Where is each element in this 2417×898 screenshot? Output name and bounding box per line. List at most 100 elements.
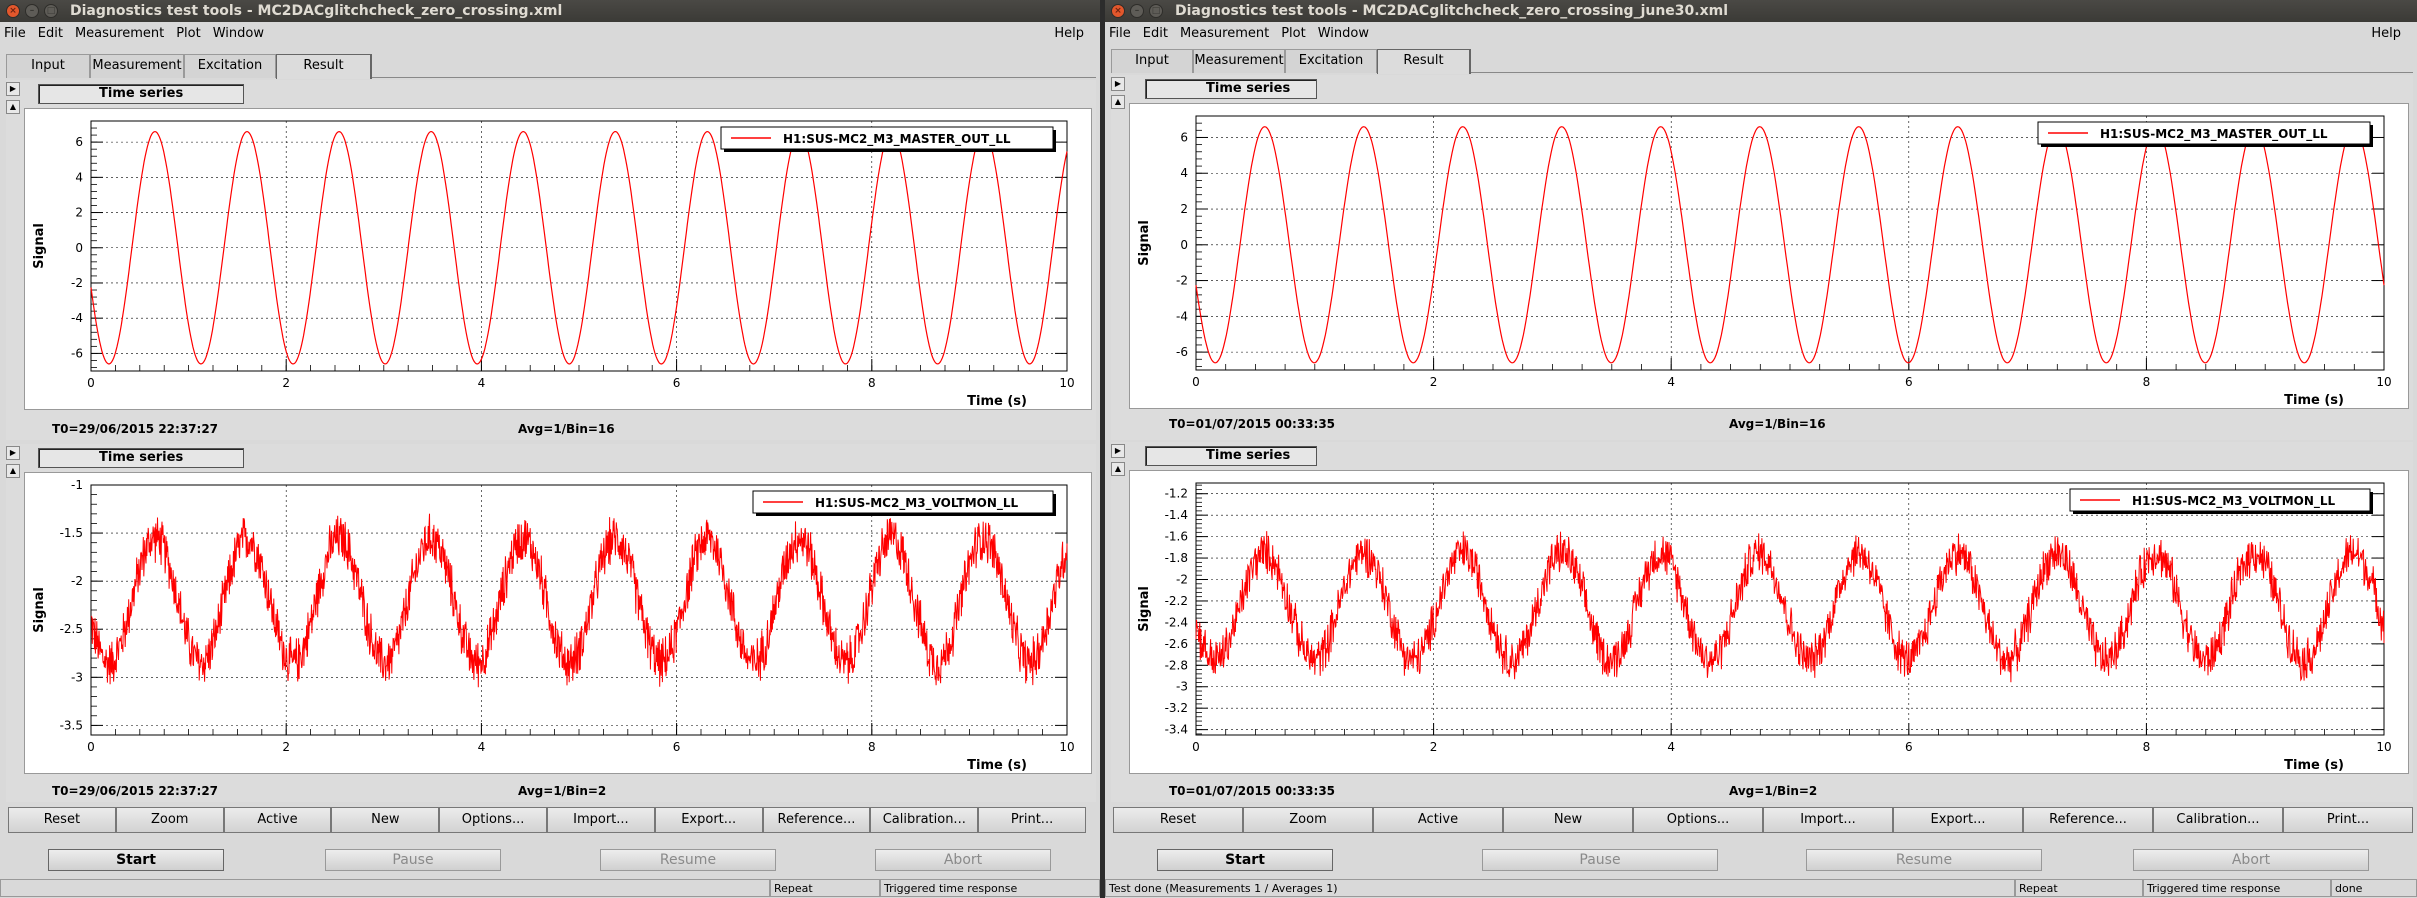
menu-bar: File Edit Measurement Plot Window Help xyxy=(1105,22,2417,44)
import-button[interactable]: Import... xyxy=(546,807,655,833)
abort-button[interactable]: Abort xyxy=(2133,849,2369,871)
menu-edit[interactable]: Edit xyxy=(38,26,63,41)
zoom-button[interactable]: Zoom xyxy=(115,807,224,833)
plot-frame xyxy=(1195,482,2385,736)
export-button[interactable]: Export... xyxy=(1893,807,2023,833)
status-repeat: Repeat xyxy=(2015,879,2143,897)
collapse-up-icon[interactable]: ▲ xyxy=(1111,95,1125,109)
x-tick-label: 8 xyxy=(868,740,876,754)
plot-area[interactable]: -1.2 -1.4 -1.6 -1.8 -2 -2.2 -2.4 -2.6 -2.8 -3 -3.2… xyxy=(1129,470,2409,774)
tab-input[interactable]: Input xyxy=(6,54,90,78)
time-series-label[interactable]: Time series xyxy=(38,84,244,104)
t0-timestamp: T0=01/07/2015 00:33:35 xyxy=(1169,417,1336,431)
menu-edit[interactable]: Edit xyxy=(1143,26,1168,41)
y-tick-label: 2 xyxy=(75,206,83,220)
new-button[interactable]: New xyxy=(1503,807,1633,833)
minimize-icon[interactable]: – xyxy=(1130,4,1144,18)
calibration-button[interactable]: Calibration... xyxy=(2153,807,2283,833)
active-button[interactable]: Active xyxy=(223,807,332,833)
x-tick-label: 4 xyxy=(478,376,486,390)
reset-button[interactable]: Reset xyxy=(8,807,116,833)
y-tick-label: -1 xyxy=(71,478,83,492)
y-tick-label: -2 xyxy=(1176,274,1188,288)
title-bar[interactable]: × – □ Diagnostics test tools - MC2DACgli… xyxy=(0,0,1100,22)
resume-button[interactable]: Resume xyxy=(1806,849,2042,871)
expand-right-icon[interactable]: ▶ xyxy=(1111,77,1125,91)
status-state: done xyxy=(2331,879,2417,897)
tab-measurement[interactable]: Measurement xyxy=(90,54,184,78)
maximize-icon[interactable]: □ xyxy=(44,4,58,18)
plot-area[interactable]: 6 4 2 0 -2 -4 -6 0 2 4 6 8 10 H1:SUS-MC2_M3_MASTER_OU… xyxy=(24,108,1092,410)
active-button[interactable]: Active xyxy=(1373,807,1503,833)
tab-result[interactable]: Result xyxy=(276,54,372,79)
reference-button[interactable]: Reference... xyxy=(2023,807,2153,833)
tab-excitation[interactable]: Excitation xyxy=(184,54,276,78)
menu-window[interactable]: Window xyxy=(213,26,264,41)
expand-right-icon[interactable]: ▶ xyxy=(6,82,20,96)
tab-excitation[interactable]: Excitation xyxy=(1285,49,1377,73)
expand-right-icon[interactable]: ▶ xyxy=(1111,444,1125,458)
y-axis-label: Signal xyxy=(32,587,47,633)
menu-plot[interactable]: Plot xyxy=(176,26,201,41)
resume-button[interactable]: Resume xyxy=(600,849,776,871)
plot-panel-top: ▶ ▲ Time series 6 4 2 0 -2 -4 -6 0 2 4 6 8 10 H1:SUS-… xyxy=(1111,75,2413,440)
collapse-up-icon[interactable]: ▲ xyxy=(6,464,20,478)
import-button[interactable]: Import... xyxy=(1763,807,1893,833)
menu-plot[interactable]: Plot xyxy=(1281,26,1306,41)
menu-file[interactable]: File xyxy=(1109,26,1131,41)
y-tick-label: -6 xyxy=(71,346,83,360)
time-series-plot[interactable]: -1 -1.5 -2 -2.5 -3 -3.5 0 2 4 6 8 10 H1:SUS-MC2_M3_V… xyxy=(25,473,1091,773)
close-icon[interactable]: × xyxy=(6,4,20,18)
y-axis-label: Signal xyxy=(32,223,47,269)
time-series-label[interactable]: Time series xyxy=(38,448,244,468)
pause-button[interactable]: Pause xyxy=(325,849,501,871)
menu-help[interactable]: Help xyxy=(1054,26,1084,41)
y-tick-label: 4 xyxy=(1180,166,1188,180)
expand-right-icon[interactable]: ▶ xyxy=(6,446,20,460)
y-tick-label: -2 xyxy=(71,276,83,290)
options-button[interactable]: Options... xyxy=(439,807,547,833)
t0-timestamp: T0=29/06/2015 22:37:27 xyxy=(52,784,219,798)
x-tick-label: 4 xyxy=(1667,740,1675,754)
y-tick-label: -1.8 xyxy=(1165,551,1188,565)
pause-button[interactable]: Pause xyxy=(1482,849,1718,871)
menu-measurement[interactable]: Measurement xyxy=(1180,26,1269,41)
minimize-icon[interactable]: – xyxy=(25,4,39,18)
plot-area[interactable]: -1 -1.5 -2 -2.5 -3 -3.5 0 2 4 6 8 10 H1:SUS-MC2_M3_V… xyxy=(24,472,1092,774)
menu-file[interactable]: File xyxy=(4,26,26,41)
time-series-plot[interactable]: 6 4 2 0 -2 -4 -6 0 2 4 6 8 10 H1:SUS-MC2_M3_MASTER_OU… xyxy=(1130,104,2408,408)
zoom-button[interactable]: Zoom xyxy=(1243,807,1373,833)
maximize-icon[interactable]: □ xyxy=(1149,4,1163,18)
start-button[interactable]: Start xyxy=(48,849,224,871)
tab-result[interactable]: Result xyxy=(1377,49,1471,74)
y-axis-label: Signal xyxy=(1137,586,1152,632)
reset-button[interactable]: Reset xyxy=(1113,807,1243,833)
time-series-label[interactable]: Time series xyxy=(1145,446,1317,466)
reference-button[interactable]: Reference... xyxy=(762,807,871,833)
y-tick-label: -1.2 xyxy=(1165,487,1188,501)
close-icon[interactable]: × xyxy=(1111,4,1125,18)
collapse-up-icon[interactable]: ▲ xyxy=(6,100,20,114)
calibration-button[interactable]: Calibration... xyxy=(870,807,979,833)
time-series-label[interactable]: Time series xyxy=(1145,79,1317,99)
menu-measurement[interactable]: Measurement xyxy=(75,26,164,41)
print-button[interactable]: Print... xyxy=(2283,807,2413,833)
x-tick-label: 2 xyxy=(1430,375,1438,389)
abort-button[interactable]: Abort xyxy=(875,849,1051,871)
start-button[interactable]: Start xyxy=(1157,849,1333,871)
export-button[interactable]: Export... xyxy=(654,807,763,833)
title-bar[interactable]: × – □ Diagnostics test tools - MC2DACgli… xyxy=(1105,0,2417,22)
tab-measurement[interactable]: Measurement xyxy=(1193,49,1285,73)
time-series-plot[interactable]: -1.2 -1.4 -1.6 -1.8 -2 -2.2 -2.4 -2.6 -2.8 -3 -3.2… xyxy=(1130,471,2408,773)
print-button[interactable]: Print... xyxy=(978,807,1086,833)
options-button[interactable]: Options... xyxy=(1633,807,1763,833)
y-tick-label: -3.5 xyxy=(60,718,83,732)
collapse-up-icon[interactable]: ▲ xyxy=(1111,462,1125,476)
x-tick-label: 6 xyxy=(1905,740,1913,754)
plot-area[interactable]: 6 4 2 0 -2 -4 -6 0 2 4 6 8 10 H1:SUS-MC2_M3_MASTER_OU… xyxy=(1129,103,2409,409)
tab-input[interactable]: Input xyxy=(1111,49,1193,73)
menu-window[interactable]: Window xyxy=(1318,26,1369,41)
menu-help[interactable]: Help xyxy=(2371,26,2401,41)
new-button[interactable]: New xyxy=(331,807,440,833)
time-series-plot[interactable]: 6 4 2 0 -2 -4 -6 0 2 4 6 8 10 H1:SUS-MC2_M3_MASTER_OU… xyxy=(25,109,1091,409)
